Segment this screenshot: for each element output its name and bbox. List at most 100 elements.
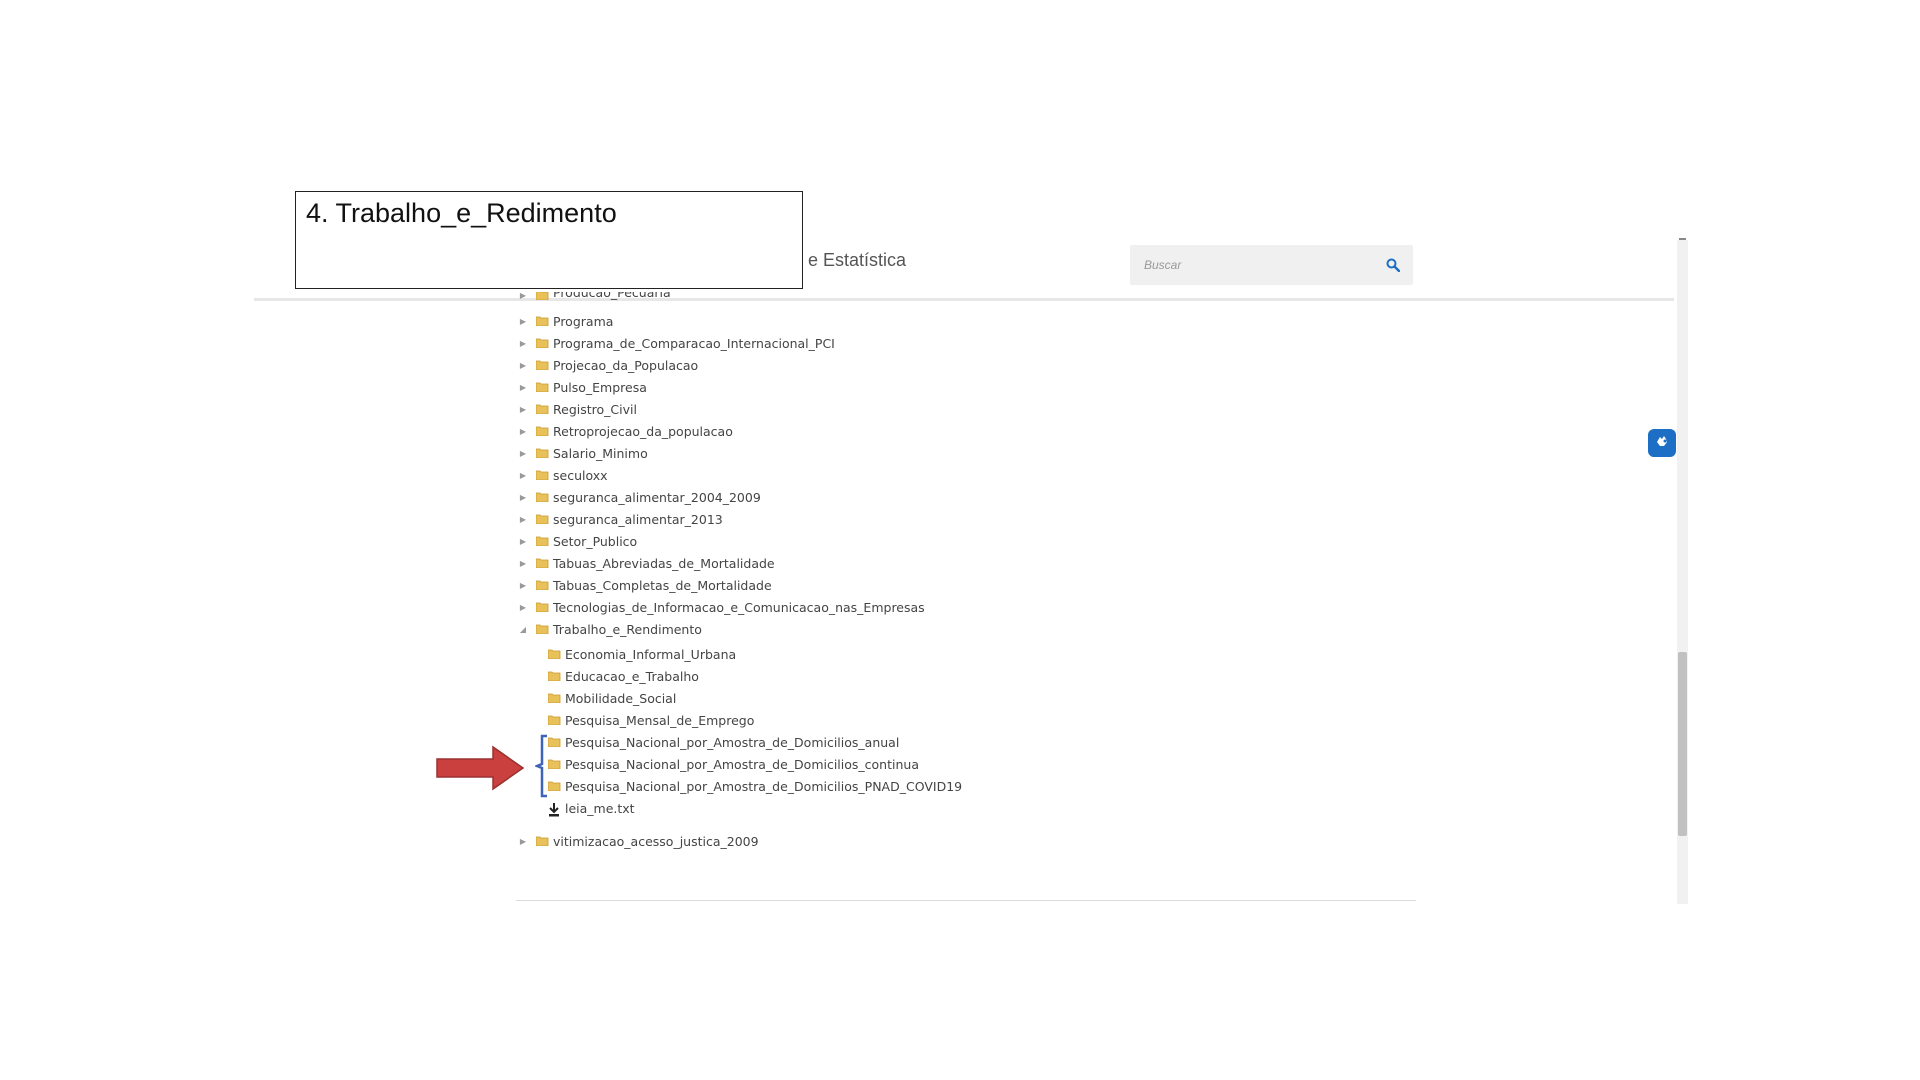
tree-item-label: leia_me.txt xyxy=(565,800,635,816)
expand-arrow-icon[interactable]: ▶ xyxy=(518,603,528,612)
footer-divider xyxy=(516,900,1416,901)
annotation-box: 4. Trabalho_e_Redimento xyxy=(295,191,803,289)
expand-arrow-icon[interactable]: ▶ xyxy=(518,339,528,348)
folder-icon xyxy=(536,836,549,846)
folder-icon xyxy=(536,360,549,370)
folder-icon xyxy=(536,558,549,568)
folder-icon xyxy=(536,514,549,524)
expand-arrow-icon[interactable]: ▶ xyxy=(518,449,528,458)
expand-arrow-icon[interactable]: ▶ xyxy=(518,317,528,326)
tree-item[interactable]: ▶ Registro_Civil xyxy=(518,399,637,419)
tree-item-label: Pesquisa_Mensal_de_Emprego xyxy=(565,712,755,728)
folder-icon xyxy=(536,426,549,436)
tree-item[interactable]: ◢ Trabalho_e_Rendimento xyxy=(518,619,702,639)
tree-child-item[interactable]: Mobilidade_Social xyxy=(548,688,676,708)
folder-icon xyxy=(536,404,549,414)
folder-icon xyxy=(536,602,549,612)
tree-item-label: Tecnologias_de_Informacao_e_Comunicacao_… xyxy=(553,599,925,615)
tree-item-label: Projecao_da_Populacao xyxy=(553,357,699,373)
folder-icon xyxy=(536,492,549,502)
browser-page xyxy=(254,238,1682,903)
scrollbar-up-arrow[interactable] xyxy=(1679,238,1686,240)
folder-icon xyxy=(548,715,561,725)
tree-item[interactable]: ▶ Setor_Publico xyxy=(518,531,637,551)
tree-item-label: Retroprojecao_da_populacao xyxy=(553,423,733,439)
tree-item-label: Producao_Pecuaria xyxy=(553,292,671,300)
tree-item[interactable]: ▶ vitimizacao_acesso_justica_2009 xyxy=(518,831,759,851)
tree-item[interactable]: ▶ Programa xyxy=(518,311,613,331)
expand-arrow-icon[interactable]: ▶ xyxy=(518,383,528,392)
tree-item[interactable]: ▶ Pulso_Empresa xyxy=(518,377,647,397)
expand-arrow-icon[interactable]: ▶ xyxy=(518,427,528,436)
expand-arrow-icon[interactable]: ▶ xyxy=(518,292,528,300)
tree-item[interactable]: ▶ Retroprojecao_da_populacao xyxy=(518,421,733,441)
folder-icon xyxy=(548,671,561,681)
accessibility-button[interactable] xyxy=(1648,429,1676,457)
tree-item[interactable]: ▶ Tabuas_Abreviadas_de_Mortalidade xyxy=(518,553,775,573)
tree-item-label: Trabalho_e_Rendimento xyxy=(553,621,702,637)
tree-item[interactable]: ▶ Projecao_da_Populacao xyxy=(518,355,698,375)
tree-item-label: Pesquisa_Nacional_por_Amostra_de_Domicil… xyxy=(565,778,963,794)
expand-arrow-icon[interactable]: ▶ xyxy=(518,493,528,502)
tree-item-label: Registro_Civil xyxy=(553,401,637,417)
expand-arrow-icon[interactable]: ▶ xyxy=(518,515,528,524)
tree-file[interactable]: leia_me.txt xyxy=(548,798,635,818)
tree-item[interactable]: ▶ seguranca_alimentar_2004_2009 xyxy=(518,487,761,507)
tree-child-item[interactable]: Pesquisa_Nacional_por_Amostra_de_Domicil… xyxy=(548,776,962,796)
tree-item-label: Pesquisa_Nacional_por_Amostra_de_Domicil… xyxy=(565,734,900,750)
annotation-title: 4. Trabalho_e_Redimento xyxy=(306,198,617,228)
bracket-annotation xyxy=(535,734,547,798)
tree-item-label: Economia_Informal_Urbana xyxy=(565,646,737,662)
tree-child-item[interactable]: Pesquisa_Nacional_por_Amostra_de_Domicil… xyxy=(548,754,919,774)
folder-icon xyxy=(548,693,561,703)
tree-item-partial[interactable]: ▶ Producao_Pecuaria xyxy=(518,292,671,300)
tree-item-label: Setor_Publico xyxy=(553,533,638,549)
tree-item-label: Salario_Minimo xyxy=(553,445,648,461)
hand-sign-icon xyxy=(1654,433,1670,453)
tree-item[interactable]: ▶ seculoxx xyxy=(518,465,608,485)
expand-arrow-icon[interactable]: ▶ xyxy=(518,837,528,846)
download-icon xyxy=(548,803,561,817)
tree-item[interactable]: ▶ Tecnologias_de_Informacao_e_Comunicacao… xyxy=(518,597,925,617)
tree-child-item[interactable]: Pesquisa_Nacional_por_Amostra_de_Domicil… xyxy=(548,732,899,752)
tree-item[interactable]: ▶ Tabuas_Completas_de_Mortalidade xyxy=(518,575,772,595)
collapse-arrow-icon[interactable]: ◢ xyxy=(518,625,528,634)
tree-item-label: Programa xyxy=(553,313,614,329)
folder-icon xyxy=(536,338,549,348)
folder-icon xyxy=(536,382,549,392)
expand-arrow-icon[interactable]: ▶ xyxy=(518,405,528,414)
expand-arrow-icon[interactable]: ▶ xyxy=(518,581,528,590)
expand-arrow-icon[interactable]: ▶ xyxy=(518,471,528,480)
folder-icon xyxy=(536,536,549,546)
tree-item-label: Educacao_e_Trabalho xyxy=(565,668,699,684)
tree-item-label: vitimizacao_acesso_justica_2009 xyxy=(553,833,759,849)
tree-child-item[interactable]: Educacao_e_Trabalho xyxy=(548,666,699,686)
tree-item[interactable]: ▶ Programa_de_Comparacao_Internacional_PC… xyxy=(518,333,835,353)
tree-item-label: Programa_de_Comparacao_Internacional_PCI xyxy=(553,335,835,351)
tree-item[interactable]: ▶ seguranca_alimentar_2013 xyxy=(518,509,723,529)
expand-arrow-icon[interactable]: ▶ xyxy=(518,361,528,370)
tree-item-label: Pesquisa_Nacional_por_Amostra_de_Domicil… xyxy=(565,756,919,772)
tree-item-label: seguranca_alimentar_2013 xyxy=(553,511,723,527)
tree-item[interactable]: ▶ Salario_Minimo xyxy=(518,443,648,463)
tree-item-label: seculoxx xyxy=(553,467,608,483)
search-box[interactable] xyxy=(1130,245,1413,285)
search-icon[interactable] xyxy=(1385,257,1401,273)
folder-icon xyxy=(536,292,549,300)
folder-icon xyxy=(536,448,549,458)
expand-arrow-icon[interactable]: ▶ xyxy=(518,537,528,546)
folder-icon xyxy=(536,470,549,480)
expand-arrow-icon[interactable]: ▶ xyxy=(518,559,528,568)
tree-child-item[interactable]: Pesquisa_Mensal_de_Emprego xyxy=(548,710,754,730)
folder-icon xyxy=(536,316,549,326)
folder-icon xyxy=(548,649,561,659)
red-arrow-icon xyxy=(436,745,525,791)
header-divider xyxy=(254,298,1674,301)
folder-icon xyxy=(536,580,549,590)
scrollbar-thumb[interactable] xyxy=(1678,652,1687,836)
tree-item-label: Mobilidade_Social xyxy=(565,690,677,706)
site-title: e Estatística xyxy=(808,250,907,270)
search-input[interactable] xyxy=(1142,257,1385,273)
tree-child-item[interactable]: Economia_Informal_Urbana xyxy=(548,644,736,664)
tree-item-label: seguranca_alimentar_2004_2009 xyxy=(553,489,761,505)
